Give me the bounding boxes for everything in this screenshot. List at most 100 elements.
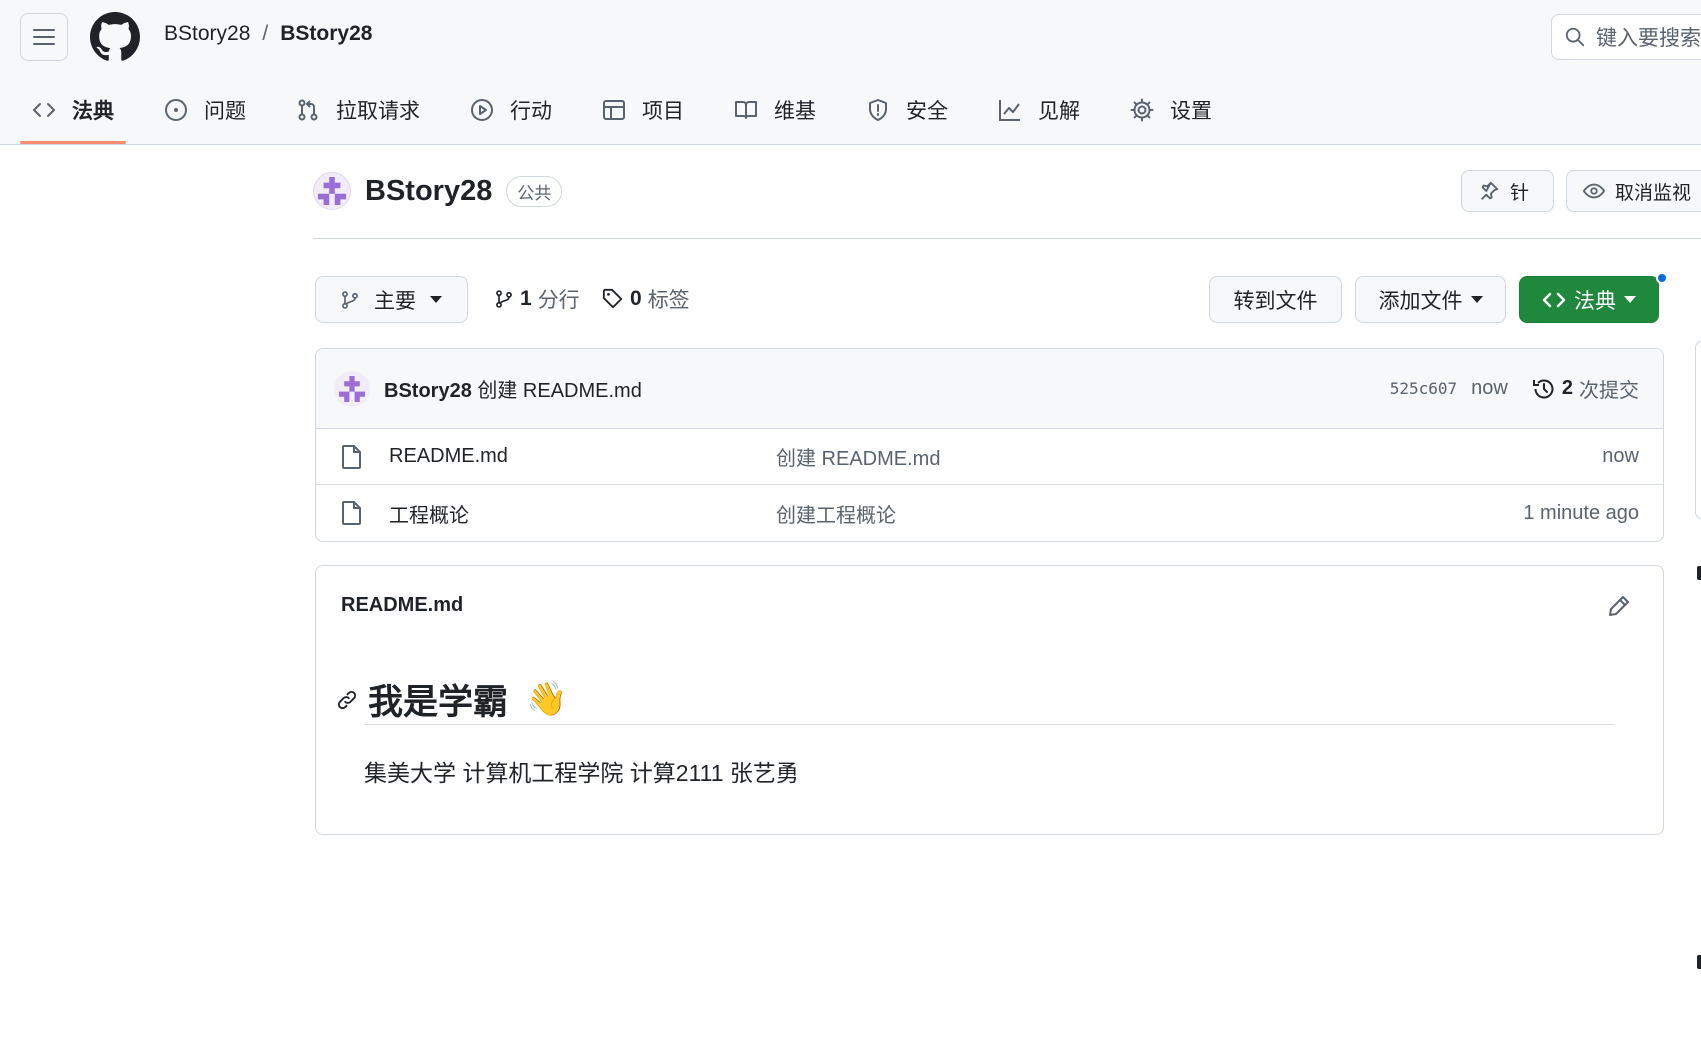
add-file-button[interactable]: 添加文件 (1355, 276, 1506, 323)
hamburger-icon (33, 29, 55, 45)
search-placeholder: 键入要搜索 (1596, 27, 1701, 50)
commit-message[interactable]: BStory28 创建 README.md (384, 374, 642, 403)
avatar[interactable] (334, 370, 370, 407)
tab-security[interactable]: 安全 (854, 86, 960, 134)
commit-count: 2 (1561, 377, 1573, 399)
branch-name: 主要 (374, 289, 416, 313)
tab-issues[interactable]: 问题 (152, 86, 258, 134)
table-row[interactable]: README.md 创建 README.md now (316, 429, 1663, 485)
book-icon (735, 101, 757, 119)
caret-down-icon (1470, 295, 1483, 303)
tab-label: 设置 (1170, 100, 1212, 123)
notification-dot (1656, 272, 1668, 284)
file-commit-message[interactable]: 创建 README.md (776, 442, 940, 471)
tab-label: 行动 (510, 100, 552, 123)
tab-pull-requests[interactable]: 拉取请求 (284, 86, 432, 134)
watch-label: 取消监视 (1615, 182, 1692, 204)
graph-icon (999, 100, 1020, 121)
link-icon[interactable] (336, 689, 358, 711)
code-icon (33, 103, 55, 117)
go-to-file-label: 转到文件 (1233, 289, 1318, 313)
tab-insights[interactable]: 见解 (986, 86, 1092, 134)
tag-count-label: 标签 (647, 289, 690, 312)
readme-panel: README.md 我是学霸 👋 集美大学 计算机工程学院 计算2111 张艺勇 (315, 565, 1664, 835)
menu-button[interactable] (20, 13, 68, 61)
repo-title-row: BStory28 公共 (313, 172, 563, 210)
branch-count-label: 分行 (537, 289, 580, 312)
commit-count-label: 次提交 (1579, 380, 1639, 402)
tab-label: 见解 (1038, 100, 1080, 123)
breadcrumb: BStory28 / BStory28 (164, 22, 372, 46)
pull-request-icon (298, 99, 318, 121)
sidebar-glyph (1697, 566, 1701, 580)
tab-settings[interactable]: 设置 (1118, 86, 1224, 134)
tab-label: 拉取请求 (336, 100, 420, 123)
identicon-icon (339, 375, 365, 402)
tab-wiki[interactable]: 维基 (722, 86, 828, 134)
branch-selector[interactable]: 主要 (315, 276, 468, 323)
tags-link[interactable]: 0 标签 (602, 284, 690, 314)
pencil-icon[interactable] (1607, 594, 1631, 618)
shield-icon (869, 99, 887, 121)
caret-down-icon (430, 295, 442, 303)
repo-header: BStory28 / BStory28 键入要搜索 法典 问题 拉取请求 行动 … (0, 0, 1701, 145)
branches-link[interactable]: 1 分行 (494, 284, 580, 314)
divider (313, 238, 1701, 239)
add-file-label: 添加文件 (1378, 289, 1463, 313)
file-name[interactable]: README.md (389, 445, 508, 468)
branch-icon (496, 290, 512, 308)
file-name[interactable]: 工程概论 (389, 499, 469, 528)
eye-icon (1583, 183, 1605, 199)
commit-text[interactable]: 创建 README.md (477, 380, 641, 402)
pin-button[interactable]: 针 (1461, 170, 1554, 212)
play-icon (471, 99, 493, 121)
tab-projects[interactable]: 项目 (590, 86, 696, 134)
breadcrumb-repo[interactable]: BStory28 (280, 22, 372, 46)
readme-title[interactable]: README.md (341, 594, 463, 617)
readme-heading-text: 我是学霸 (368, 683, 509, 722)
latest-commit-row: BStory28 创建 README.md 525c607 now 2 次提交 (316, 349, 1663, 429)
tag-count: 0 (630, 287, 642, 310)
search-input[interactable]: 键入要搜索 (1551, 14, 1701, 60)
tab-label: 法典 (72, 100, 114, 123)
pin-icon (1481, 181, 1499, 200)
commit-time: now (1471, 377, 1508, 399)
commit-author[interactable]: BStory28 (384, 380, 472, 402)
file-table: BStory28 创建 README.md 525c607 now 2 次提交 … (315, 348, 1664, 542)
identicon-icon (318, 177, 346, 205)
unwatch-button[interactable]: 取消监视 (1566, 170, 1701, 212)
repo-name[interactable]: BStory28 (365, 175, 492, 208)
sidebar-glyph (1697, 955, 1701, 969)
tab-label: 问题 (204, 100, 246, 123)
visibility-badge: 公共 (506, 175, 563, 207)
file-time: 1 minute ago (1523, 501, 1639, 524)
file-icon (342, 501, 361, 525)
github-logo-icon[interactable] (90, 12, 140, 62)
tab-label: 项目 (642, 100, 684, 123)
go-to-file-button[interactable]: 转到文件 (1209, 276, 1342, 323)
tab-actions[interactable]: 行动 (458, 86, 564, 134)
code-button-label: 法典 (1574, 289, 1616, 313)
table-row[interactable]: 工程概论 创建工程概论 1 minute ago (316, 485, 1663, 541)
readme-paragraph: 集美大学 计算机工程学院 计算2111 张艺勇 (364, 760, 799, 786)
commit-hash[interactable]: 525c607 (1390, 379, 1457, 398)
tag-icon (602, 288, 623, 309)
branch-icon (342, 290, 358, 309)
file-commit-message[interactable]: 创建工程概论 (776, 499, 896, 528)
commit-meta: 525c607 now 2 次提交 (1390, 374, 1639, 403)
tab-label: 安全 (906, 100, 948, 123)
code-button[interactable]: 法典 (1519, 276, 1659, 323)
avatar[interactable] (313, 172, 351, 210)
breadcrumb-separator: / (262, 22, 269, 45)
gear-icon (1130, 98, 1154, 122)
repo-tabs: 法典 问题 拉取请求 行动 项目 维基 安全 见解 设置 (20, 86, 1250, 144)
pin-label: 针 (1510, 182, 1530, 204)
breadcrumb-owner[interactable]: BStory28 (164, 22, 250, 46)
branch-count: 1 (520, 287, 532, 310)
search-icon (1565, 27, 1585, 47)
code-icon (1542, 292, 1566, 307)
tab-code[interactable]: 法典 (20, 86, 126, 144)
history-icon (1532, 379, 1554, 398)
commit-history-link[interactable]: 2 次提交 (1532, 374, 1639, 403)
wave-emoji: 👋 (526, 680, 568, 717)
